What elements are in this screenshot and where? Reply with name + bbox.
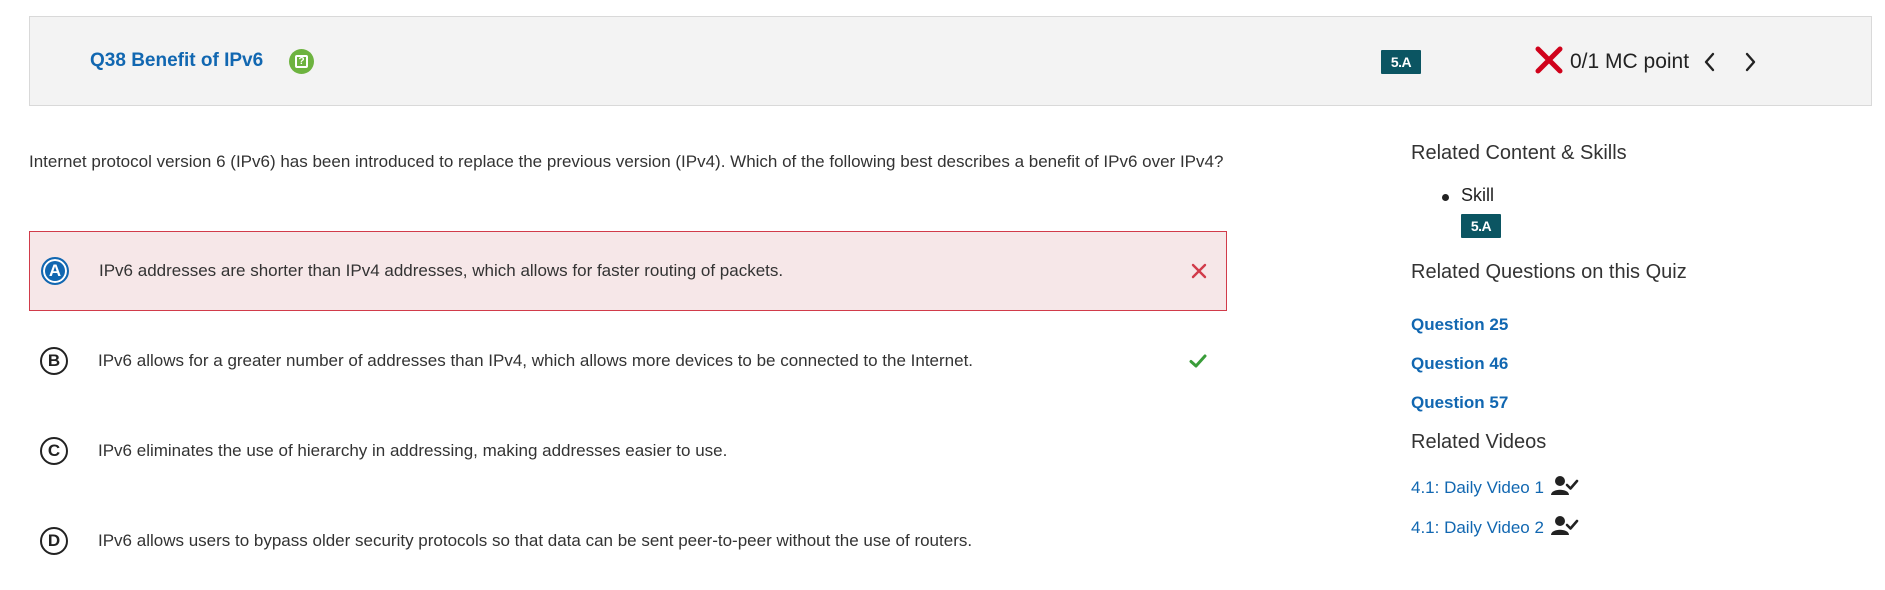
related-question-link[interactable]: Question 46 bbox=[1411, 354, 1508, 374]
question-header: Q38 Benefit of IPv6 ? 5.A 0/1 MC point bbox=[29, 16, 1872, 106]
score-text: 0/1 MC point bbox=[1570, 50, 1690, 73]
related-video-link[interactable]: 4.1: Daily Video 1 bbox=[1411, 478, 1544, 498]
answer-option-c[interactable]: C IPv6 eliminates the use of hierarchy i… bbox=[29, 411, 1227, 491]
option-letter: D bbox=[40, 527, 68, 555]
bullet-dot bbox=[1442, 194, 1449, 201]
incorrect-x-icon bbox=[1535, 46, 1563, 74]
help-icon[interactable]: ? bbox=[289, 49, 314, 74]
help-icon-glyph: ? bbox=[295, 55, 308, 68]
person-check-icon bbox=[1551, 516, 1579, 535]
related-video-link[interactable]: 4.1: Daily Video 2 bbox=[1411, 518, 1544, 538]
question-stem: Internet protocol version 6 (IPv6) has b… bbox=[29, 152, 1224, 171]
sidebar-skill-badge: 5.A bbox=[1461, 214, 1501, 238]
related-question-link[interactable]: Question 25 bbox=[1411, 315, 1508, 335]
x-icon bbox=[1191, 263, 1207, 279]
answer-option-b[interactable]: B IPv6 allows for a greater number of ad… bbox=[29, 321, 1227, 401]
option-letter: C bbox=[40, 437, 68, 465]
check-icon bbox=[1189, 354, 1207, 368]
related-content-heading: Related Content & Skills bbox=[1411, 142, 1627, 164]
related-videos-heading: Related Videos bbox=[1411, 431, 1547, 453]
option-text: IPv6 allows for a greater number of addr… bbox=[98, 351, 974, 370]
chevron-right-icon[interactable] bbox=[1741, 51, 1759, 73]
answer-option-d[interactable]: D IPv6 allows users to bypass older secu… bbox=[29, 501, 1227, 581]
option-text: IPv6 eliminates the use of hierarchy in … bbox=[98, 441, 728, 460]
option-letter: B bbox=[40, 347, 68, 375]
related-questions-heading: Related Questions on this Quiz bbox=[1411, 261, 1687, 283]
person-check-icon bbox=[1551, 476, 1579, 495]
answer-option-a[interactable]: A IPv6 addresses are shorter than IPv4 a… bbox=[29, 231, 1227, 311]
chevron-left-icon[interactable] bbox=[1701, 51, 1719, 73]
related-question-link[interactable]: Question 57 bbox=[1411, 393, 1508, 413]
skill-badge: 5.A bbox=[1381, 50, 1421, 74]
skill-label: Skill bbox=[1461, 185, 1495, 205]
question-title-link[interactable]: Q38 Benefit of IPv6 bbox=[90, 50, 263, 72]
option-text: IPv6 allows users to bypass older securi… bbox=[98, 531, 973, 550]
option-letter: A bbox=[41, 257, 69, 285]
option-text: IPv6 addresses are shorter than IPv4 add… bbox=[99, 261, 784, 280]
